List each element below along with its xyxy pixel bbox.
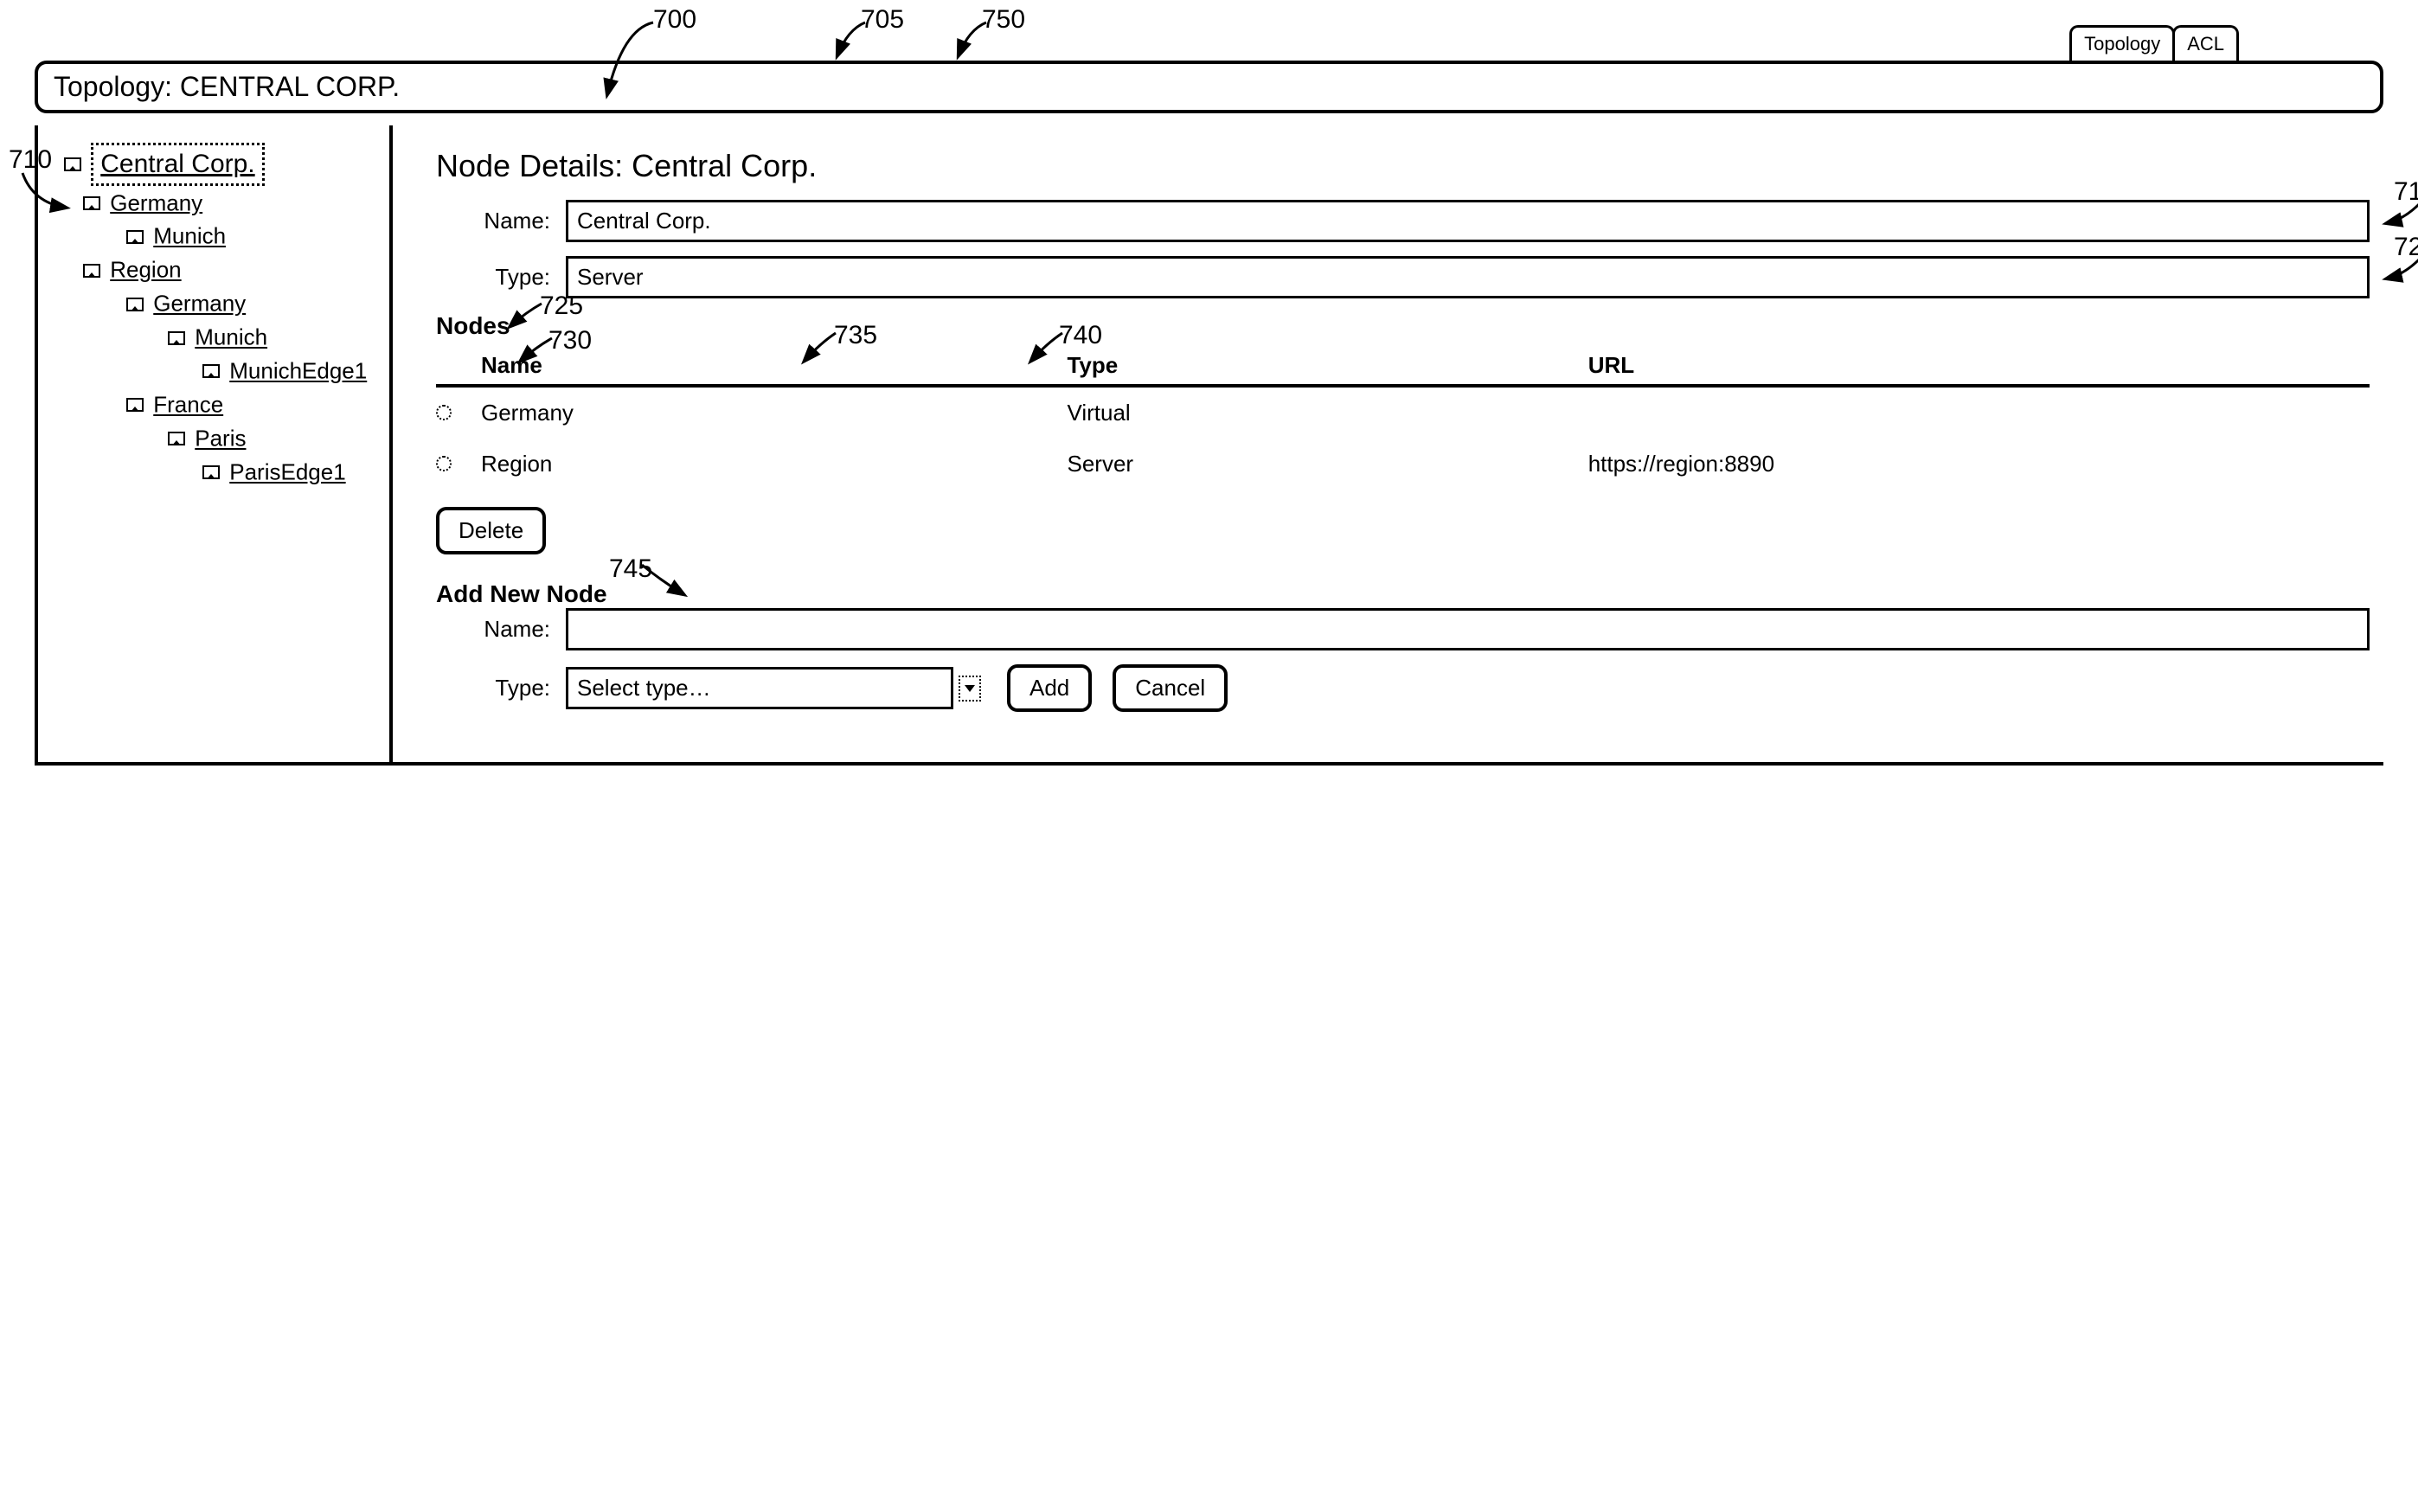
callout-715: 715	[2394, 177, 2418, 207]
add-name-field[interactable]	[566, 608, 2370, 650]
collapse-icon[interactable]	[126, 298, 144, 311]
node-details-heading: Node Details: Central Corp.	[436, 148, 2370, 184]
type-label: Type:	[436, 264, 566, 291]
collapse-icon[interactable]	[83, 196, 100, 210]
tree-root[interactable]: Central Corp.	[64, 143, 377, 186]
callout-720: 720	[2394, 233, 2418, 262]
tree-node-label[interactable]: France	[153, 392, 223, 418]
tab-acl[interactable]: ACL	[2172, 25, 2239, 61]
cancel-button[interactable]: Cancel	[1113, 664, 1228, 712]
collapse-icon[interactable]	[168, 331, 185, 345]
tree-pane: Central Corp. Germany Munich Region Germ…	[38, 125, 393, 762]
cell-name: Region	[472, 451, 1067, 477]
radio-icon[interactable]	[436, 405, 452, 420]
name-label: Name:	[436, 208, 566, 234]
nodes-table-header: Name Type URL	[436, 347, 2370, 388]
tree-node-germany[interactable]: Germany	[83, 186, 377, 220]
main-split: Central Corp. Germany Munich Region Germ…	[35, 125, 2383, 766]
collapse-icon[interactable]	[83, 264, 100, 278]
add-type-row: Type: Select type… Add Cancel	[436, 664, 2370, 712]
type-select-box[interactable]: Select type…	[566, 667, 953, 709]
chevron-down-icon[interactable]	[959, 676, 981, 702]
cell-type: Virtual	[1067, 400, 1587, 426]
tree-root-label[interactable]: Central Corp.	[91, 143, 264, 186]
collapse-icon[interactable]	[168, 432, 185, 445]
name-row: Name:	[436, 200, 2370, 242]
collapse-icon[interactable]	[202, 364, 220, 378]
tree-node-munich-edge1[interactable]: MunichEdge1	[202, 354, 377, 388]
title-name: CENTRAL CORP.	[180, 71, 400, 102]
nodes-section-heading: Nodes	[436, 312, 2370, 340]
delete-row: Delete	[436, 507, 2370, 554]
tree-node-label[interactable]: Paris	[195, 426, 246, 452]
table-row[interactable]: Region Server https://region:8890	[436, 439, 2370, 490]
tree-node-region[interactable]: Region	[83, 253, 377, 286]
title-bar: Topology: CENTRAL CORP.	[35, 61, 2383, 113]
callout-arrow-720	[2380, 248, 2418, 292]
collapse-icon[interactable]	[64, 157, 81, 171]
tree-node-label[interactable]: Germany	[153, 291, 246, 317]
cell-name: Germany	[472, 400, 1067, 426]
type-select[interactable]: Select type…	[566, 664, 981, 712]
details-heading-node: Central Corp.	[632, 148, 817, 183]
callout-745: 745	[609, 554, 652, 584]
callout-arrow-715	[2380, 193, 2418, 236]
title-prefix: Topology:	[54, 71, 180, 102]
collapse-icon[interactable]	[126, 230, 144, 244]
nodes-table: 730 735 740 Name Type URL Germany Virtua…	[436, 347, 2370, 490]
type-row: Type:	[436, 256, 2370, 298]
col-header-type: Type	[1067, 352, 1587, 379]
type-field[interactable]	[566, 256, 2370, 298]
delete-button[interactable]: Delete	[436, 507, 546, 554]
add-node-heading: Add New Node	[436, 580, 2370, 608]
radio-icon[interactable]	[436, 456, 452, 471]
add-button[interactable]: Add	[1007, 664, 1092, 712]
tree-node-region-germany[interactable]: Germany	[126, 286, 377, 320]
tabs-right: Topology ACL	[2069, 25, 2236, 61]
tree-node-label[interactable]: Munich	[195, 324, 267, 350]
tree-node-label[interactable]: Region	[110, 257, 181, 283]
name-field[interactable]	[566, 200, 2370, 242]
details-pane: 715 720 Node Details: Central Corp. Name…	[393, 125, 2383, 762]
tree-node-label[interactable]: MunichEdge1	[229, 358, 367, 384]
collapse-icon[interactable]	[126, 398, 144, 412]
tree-node-region-france[interactable]: France	[126, 388, 377, 421]
cell-url: https://region:8890	[1588, 451, 2370, 477]
add-name-label: Name:	[436, 616, 566, 643]
add-type-label: Type:	[436, 675, 566, 702]
add-name-row: Name:	[436, 608, 2370, 650]
tree-node-label[interactable]: ParisEdge1	[229, 459, 345, 485]
details-heading-prefix: Node Details:	[436, 148, 632, 183]
tree-node-label[interactable]: Germany	[110, 189, 202, 215]
tab-topology[interactable]: Topology	[2069, 25, 2175, 61]
cell-type: Server	[1067, 451, 1587, 477]
screen-root: 700 705 750 710 Topology ACL Topology: C…	[35, 17, 2383, 766]
tree-node-region-germany-munich[interactable]: Munich	[168, 320, 377, 354]
tree-node-region-france-paris[interactable]: Paris	[168, 421, 377, 455]
tab-strip: Topology ACL	[35, 17, 2383, 61]
tree-node-label[interactable]: Munich	[153, 223, 226, 249]
col-header-url: URL	[1588, 352, 2370, 379]
tree-node-paris-edge1[interactable]: ParisEdge1	[202, 455, 377, 489]
table-row[interactable]: Germany Virtual	[436, 388, 2370, 439]
collapse-icon[interactable]	[202, 465, 220, 479]
col-header-name: Name	[472, 352, 1067, 379]
topology-tree: Central Corp. Germany Munich Region Germ…	[64, 143, 377, 489]
tree-node-munich[interactable]: Munich	[126, 219, 377, 253]
add-buttons-group: Add Cancel	[1007, 664, 1228, 712]
